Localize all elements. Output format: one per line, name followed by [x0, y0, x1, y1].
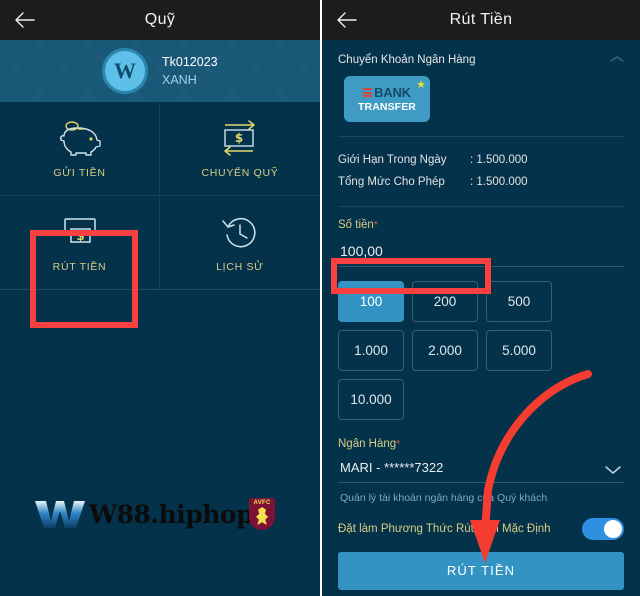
account-name: XANH	[162, 73, 197, 87]
menu-item-transfer[interactable]: $ CHUYỂN QUỸ	[160, 102, 320, 196]
star-icon: ★	[416, 79, 426, 91]
right-topbar: Rút Tiền	[322, 0, 640, 40]
submit-wrapper: RÚT TIỀN	[322, 540, 640, 590]
bank-label: Ngân Hàng*	[338, 438, 624, 450]
left-page-title: Quỹ	[144, 11, 176, 28]
chip-amount-10000[interactable]: 10.000	[338, 378, 404, 420]
limit-row: Giới Hạn Trong Ngày : 1.500.000	[338, 149, 624, 171]
menu-label: CHUYỂN QUỸ	[201, 166, 279, 179]
default-method-label: Đặt làm Phương Thức Rút Tiền Mặc Định	[338, 522, 551, 535]
limit-label: Giới Hạn Trong Ngày	[338, 154, 447, 166]
back-arrow-icon[interactable]	[336, 12, 358, 28]
dual-screenshot: Quỹ W Tk012023 XANH GỬI TIỀN $ CHUYỂN QU…	[0, 0, 640, 596]
bank-card-title: BANK	[374, 85, 411, 100]
bank-card-subtitle: TRANSFER	[358, 101, 416, 113]
menu-item-history[interactable]: LỊCH SỬ	[160, 196, 320, 290]
menu-label: GỬI TIỀN	[53, 166, 106, 179]
chip-amount-1000[interactable]: 1.000	[338, 329, 404, 371]
svg-text:$: $	[76, 229, 84, 243]
default-method-row: Đặt làm Phương Thức Rút Tiền Mặc Định	[322, 504, 640, 540]
limit-value: : 1.500.000	[470, 176, 528, 189]
amount-field-block: Số tiền* 100,00	[322, 207, 640, 267]
menu-item-withdraw[interactable]: $ RÚT TIỀN	[0, 196, 160, 290]
w88-logo-icon	[35, 501, 85, 528]
limits-list: Giới Hạn Trong Ngày : 1.500.000 Tổng Mức…	[322, 137, 640, 204]
bank-select[interactable]: MARI - ******7322	[338, 458, 624, 483]
limit-row: Tổng Mức Cho Phép : 1.500.000	[338, 171, 624, 193]
bank-help-link[interactable]: Quản lý tài khoản ngân hàng của Quý khác…	[338, 483, 624, 504]
required-asterisk: *	[396, 438, 401, 450]
quick-amount-chips: 100 200 500 1.000 2.000 5.000 10.000	[322, 267, 640, 420]
account-banner: W Tk012023 XANH	[0, 40, 320, 102]
bank-field-block: Ngân Hàng* MARI - ******7322 Quản lý tài…	[322, 420, 640, 504]
wallet-menu-grid: GỬI TIỀN $ CHUYỂN QUỸ $ RÚT TIỀN LỊCH SỬ	[0, 102, 320, 290]
chip-amount-200[interactable]: 200	[412, 280, 478, 322]
avatar: W	[102, 48, 148, 94]
lion-shape	[255, 507, 269, 525]
withdraw-submit-button[interactable]: RÚT TIỀN	[338, 551, 624, 590]
right-page-title: Rút Tiền	[449, 11, 513, 28]
menu-item-deposit[interactable]: GỬI TIỀN	[0, 102, 160, 196]
chip-amount-500[interactable]: 500	[486, 280, 552, 322]
watermark: W88.hiphop AVFC	[33, 497, 276, 531]
bank-bars-icon	[363, 88, 373, 97]
amount-input[interactable]: 100,00	[338, 239, 624, 267]
chevron-down-icon[interactable]	[604, 462, 622, 475]
account-info: Tk012023 XANH	[162, 53, 218, 89]
withdraw-form: Chuyển Khoản Ngân Hàng ★ BANK TRANSFER G…	[322, 40, 640, 596]
avfc-badge-text: AVFC	[253, 500, 271, 506]
limit-value: : 1.500.000	[470, 154, 528, 166]
menu-label: LỊCH SỬ	[216, 260, 264, 273]
bank-transfer-method-card[interactable]: ★ BANK TRANSFER	[344, 76, 430, 122]
chip-amount-5000[interactable]: 5.000	[486, 329, 552, 371]
limit-label: Tổng Mức Cho Phép	[338, 176, 445, 189]
avfc-badge-icon: AVFC	[249, 498, 276, 530]
amount-label-text: Số tiền	[338, 218, 374, 231]
amount-label: Số tiền*	[338, 219, 624, 231]
bank-selected-value: MARI - ******7322	[340, 459, 444, 475]
menu-label: RÚT TIỀN	[52, 260, 107, 273]
chevron-collapse-icon[interactable]	[610, 55, 624, 66]
svg-text:$: $	[235, 131, 243, 145]
method-section-title: Chuyển Khoản Ngân Hàng	[338, 54, 476, 66]
transfer-funds-icon: $	[219, 119, 261, 157]
history-clock-icon	[220, 213, 260, 251]
account-id: Tk012023	[162, 54, 218, 69]
back-arrow-icon[interactable]	[14, 12, 36, 28]
bank-label-text: Ngân Hàng	[338, 437, 397, 450]
watermark-text: W88.hiphop	[89, 499, 254, 529]
atm-withdraw-icon: $	[58, 213, 102, 251]
default-method-toggle[interactable]	[582, 517, 624, 540]
required-asterisk: *	[373, 219, 378, 231]
chip-amount-100[interactable]: 100	[338, 280, 404, 322]
bank-card-line1: BANK	[363, 85, 411, 100]
piggy-bank-icon	[58, 119, 102, 157]
chip-amount-2000[interactable]: 2.000	[412, 329, 478, 371]
left-topbar: Quỹ	[0, 0, 320, 40]
left-phone-screen: Quỹ W Tk012023 XANH GỬI TIỀN $ CHUYỂN QU…	[0, 0, 320, 596]
method-section-header[interactable]: Chuyển Khoản Ngân Hàng	[322, 40, 640, 74]
right-phone-screen: Rút Tiền Chuyển Khoản Ngân Hàng ★ BANK T…	[320, 0, 640, 596]
